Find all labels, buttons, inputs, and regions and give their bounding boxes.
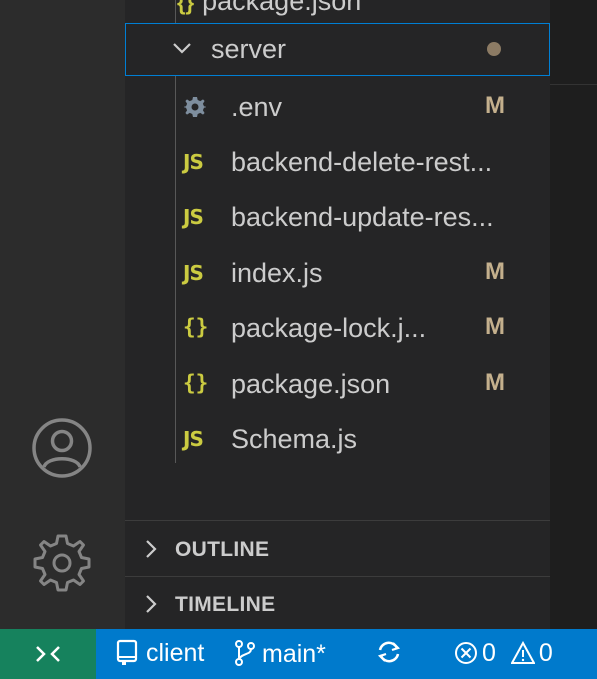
branch-name: main* xyxy=(262,640,326,668)
divider xyxy=(125,520,550,521)
js-icon: JS xyxy=(183,427,204,451)
account-icon[interactable] xyxy=(31,417,93,484)
git-status-badge: M xyxy=(485,92,505,119)
file-schema-js[interactable]: JS Schema.js xyxy=(125,414,550,470)
json-braces-icon: {} xyxy=(183,371,209,395)
file-name: package.json xyxy=(202,0,362,16)
file-name: backend-delete-rest... xyxy=(231,147,493,177)
folder-name: server xyxy=(211,34,287,64)
file-index-js[interactable]: JS index.js M xyxy=(125,248,550,304)
file-name: package-lock.j... xyxy=(231,313,427,343)
panel-title: OUTLINE xyxy=(175,538,270,561)
branch-indicator[interactable]: main* xyxy=(234,639,326,669)
book-icon xyxy=(116,639,138,665)
json-braces-icon: {} xyxy=(177,0,195,15)
file-name: .env xyxy=(231,92,283,122)
chevron-right-icon xyxy=(146,540,157,558)
file-package-lock[interactable]: {} package-lock.j... M xyxy=(125,303,550,359)
json-braces-icon: {} xyxy=(183,315,209,339)
settings-gear-icon[interactable] xyxy=(31,532,93,599)
error-icon xyxy=(455,642,477,664)
file-name: backend-update-res... xyxy=(231,202,494,232)
workspace-name: client xyxy=(146,639,205,667)
folder-server[interactable]: server xyxy=(125,23,550,76)
file-env[interactable]: .env M xyxy=(125,82,550,138)
timeline-panel-header[interactable]: TIMELINE xyxy=(125,577,550,631)
tree-item-partial[interactable]: {} package.json xyxy=(177,0,361,16)
git-status-badge: M xyxy=(485,313,505,340)
file-name: Schema.js xyxy=(231,424,358,454)
file-backend-update[interactable]: JS backend-update-res... xyxy=(125,192,550,248)
js-icon: JS xyxy=(183,205,204,229)
sync-icon xyxy=(377,641,401,663)
file-name: index.js xyxy=(231,258,323,288)
warning-icon xyxy=(510,640,536,664)
chevron-down-icon xyxy=(173,43,191,54)
activity-bar xyxy=(0,0,125,629)
workspace-indicator[interactable]: client xyxy=(116,639,204,668)
problems-indicator[interactable]: 0 0 xyxy=(454,639,553,668)
error-count: 0 xyxy=(482,639,496,667)
js-icon: JS xyxy=(183,150,204,174)
remote-icon xyxy=(36,646,60,662)
git-branch-icon xyxy=(235,640,255,666)
file-name: package.json xyxy=(231,369,391,399)
panel-title: TIMELINE xyxy=(175,593,276,616)
js-icon: JS xyxy=(183,261,204,285)
status-bar: client main* 0 0 xyxy=(0,629,597,679)
file-package-json[interactable]: {} package.json M xyxy=(125,359,550,415)
outline-panel-header[interactable]: OUTLINE xyxy=(125,522,550,576)
warning-count: 0 xyxy=(538,639,553,667)
git-status-badge: M xyxy=(485,369,505,396)
sync-button[interactable] xyxy=(375,639,403,668)
chevron-right-icon xyxy=(146,595,157,613)
git-status-badge: M xyxy=(485,258,505,285)
file-backend-delete[interactable]: JS backend-delete-rest... xyxy=(125,137,550,193)
gear-icon xyxy=(184,97,206,117)
editor-gap xyxy=(550,0,597,629)
remote-indicator[interactable] xyxy=(0,629,96,679)
modified-dot-icon xyxy=(487,42,501,56)
